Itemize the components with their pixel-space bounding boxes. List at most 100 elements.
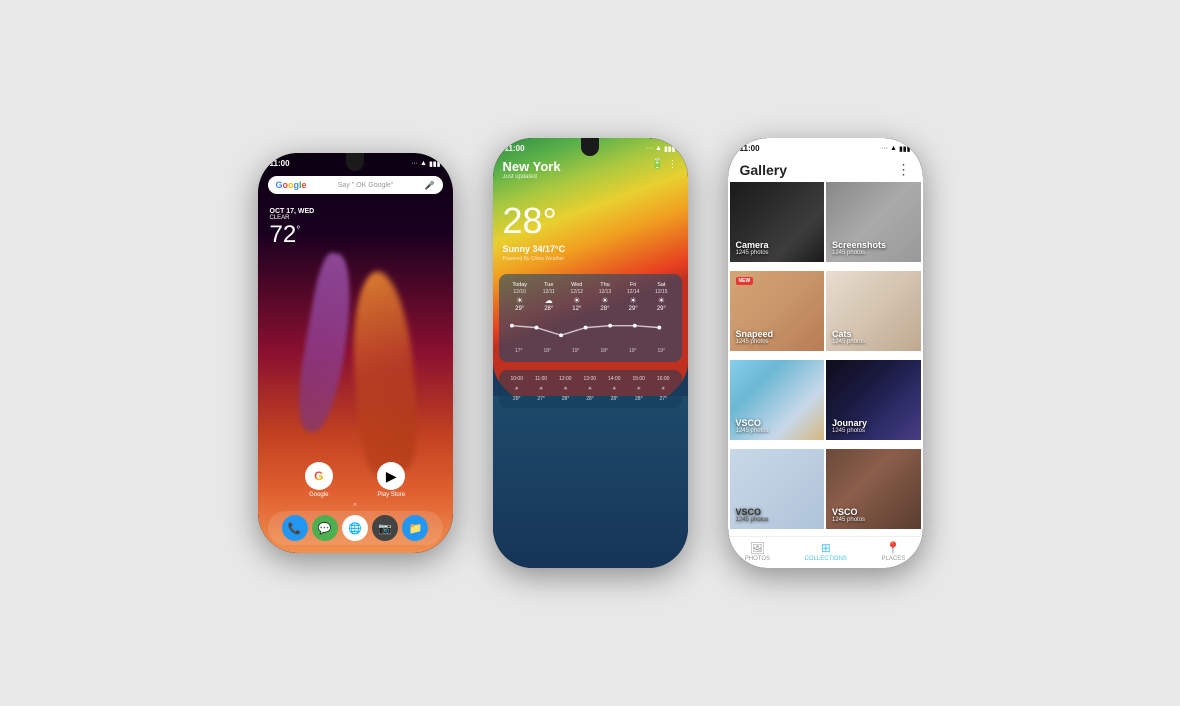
- weather-main-content: New York Just updated 🔋 ⋮ 28° Sunny 34/1…: [493, 155, 688, 266]
- google-app-label: Google: [309, 492, 328, 498]
- vsco3-album-label: VSCO: [832, 507, 865, 517]
- gallery-item-vsco3[interactable]: VSCO 1245 photos: [826, 449, 921, 529]
- city-name: New York: [503, 159, 561, 174]
- gallery-tab-bar: 🖼 PHOTOS ⊞ COLLECTIONS 📍 PLACES: [728, 536, 923, 568]
- vsco2-album-bg: VSCO 1245 photos: [730, 449, 825, 529]
- phone-weather: 11:00 ··· ▲ ▮▮▮ New York Just updated 🔋: [493, 138, 688, 568]
- vsco1-album-bg: VSCO 1245 photos: [730, 360, 825, 440]
- forecast-wed: Wed 12/12 ☀ 12°: [571, 282, 584, 312]
- places-tab-label: PLACES: [882, 556, 906, 562]
- weather-date: OCT 17, WED: [270, 208, 441, 215]
- microphone-icon[interactable]: 🎤: [425, 181, 435, 190]
- forecast-row: Today 12/10 ☀ 29° Tue 12/11 ☁ 28° Wed 12…: [499, 278, 682, 316]
- phone-dock-icon[interactable]: 📞: [282, 515, 308, 541]
- vsco1-album-label: VSCO: [736, 418, 769, 428]
- snapeed-album-label: Snapeed: [736, 329, 774, 339]
- status-time: 11:00: [270, 159, 290, 168]
- messages-dock-icon[interactable]: 💬: [312, 515, 338, 541]
- temp-chart: [499, 316, 682, 344]
- hourly-icons: ☀ ☀ ☀ ☀ ☀ ☀ ☀: [499, 384, 682, 394]
- gallery-grid: Camera 1245 photos Screenshots 1245 phot…: [728, 182, 923, 536]
- vsco2-album-count: 1245 photos: [736, 517, 769, 523]
- jounary-album-bg: Jounary 1245 photos: [826, 360, 921, 440]
- gallery-item-snapeed[interactable]: NEW Snapeed 1245 photos: [730, 271, 825, 351]
- tab-places[interactable]: 📍 PLACES: [882, 541, 906, 562]
- forecast-fri: Fri 12/14 ☀ 29°: [627, 282, 640, 312]
- google-logo: Google: [276, 180, 307, 190]
- collections-tab-label: COLLECTIONS: [805, 556, 847, 562]
- cats-album-label: Cats: [832, 329, 865, 339]
- weather-description: Sunny 34/17°C: [503, 244, 678, 254]
- play-store-label: Play Store: [377, 492, 405, 498]
- status-bar-2: 11:00 ··· ▲ ▮▮▮: [493, 138, 688, 155]
- camera-album-label: Camera: [736, 240, 769, 250]
- gallery-title: Gallery: [740, 162, 787, 178]
- last-updated: Just updated: [503, 174, 561, 180]
- vsco2-album-label: VSCO: [736, 507, 769, 517]
- gallery-header: Gallery ⋮: [728, 155, 923, 182]
- screenshots-album-label: Screenshots: [832, 240, 886, 250]
- snapeed-album-bg: NEW Snapeed 1245 photos: [730, 271, 825, 351]
- current-temperature: 28°: [503, 200, 678, 242]
- status-icons: ··· ▲ ▮▮▮: [411, 160, 441, 168]
- jounary-album-count: 1245 photos: [832, 428, 867, 434]
- play-store-icon[interactable]: ▶: [377, 462, 405, 490]
- cats-album-count: 1245 photos: [832, 339, 865, 345]
- camera-notch-3: [816, 138, 834, 156]
- google-app-icon[interactable]: G: [305, 462, 333, 490]
- cats-album-bg: Cats 1245 photos: [826, 271, 921, 351]
- vsco1-album-count: 1245 photos: [736, 428, 769, 434]
- gallery-item-camera[interactable]: Camera 1245 photos: [730, 182, 825, 262]
- jounary-album-label: Jounary: [832, 418, 867, 428]
- app-grid: G Google ▶ Play Store: [258, 462, 453, 498]
- battery-icon: 🔋: [651, 159, 663, 170]
- gallery-item-jounary[interactable]: Jounary 1245 photos: [826, 360, 921, 440]
- camera-album-count: 1245 photos: [736, 250, 769, 256]
- google-search-hint: Say " OK Google": [311, 182, 421, 189]
- snapeed-album-count: 1245 photos: [736, 339, 774, 345]
- places-tab-icon: 📍: [886, 541, 901, 555]
- status-icons-2: ··· ▲ ▮▮▮: [646, 145, 676, 153]
- low-temps-row: 17° 18° 19° 18° 19° 19°: [499, 344, 682, 358]
- collections-tab-icon: ⊞: [821, 541, 831, 555]
- vsco3-album-bg: VSCO 1245 photos: [826, 449, 921, 529]
- weather-widget: OCT 17, WED CLEAR 72°: [258, 200, 453, 257]
- tab-photos[interactable]: 🖼 PHOTOS: [745, 541, 770, 562]
- weather-bg-bottom: [493, 396, 688, 568]
- home-indicator[interactable]: ^: [353, 502, 357, 511]
- forecast-thu: Thu 12/13 ☀ 28°: [599, 282, 612, 312]
- gallery-item-vsco1[interactable]: VSCO 1245 photos: [730, 360, 825, 440]
- photos-tab-label: PHOTOS: [745, 556, 770, 562]
- phone-home: 11:00 ··· ▲ ▮▮▮ Google Say " OK Google" …: [258, 153, 453, 553]
- tab-collections[interactable]: ⊞ COLLECTIONS: [805, 541, 847, 562]
- gallery-item-cats[interactable]: Cats 1245 photos: [826, 271, 921, 351]
- files-dock-icon[interactable]: 📁: [402, 515, 428, 541]
- hourly-temps: 28° 27° 28° 28° 28° 28° 27°: [499, 394, 682, 404]
- screenshots-album-bg: Screenshots 1245 photos: [826, 182, 921, 262]
- new-badge: NEW: [736, 277, 754, 285]
- powered-by: Powered By China Weather: [503, 256, 678, 262]
- weather-temperature: 72°: [270, 221, 441, 249]
- phone-gallery: 11:00 ··· ▲ ▮▮▮ Gallery ⋮ Camera: [728, 138, 923, 568]
- vsco3-album-count: 1245 photos: [832, 517, 865, 523]
- dock: 📞 💬 🌐 📷 📁: [268, 511, 443, 545]
- camera-dock-icon[interactable]: 📷: [372, 515, 398, 541]
- forecast-today: Today 12/10 ☀ 29°: [512, 282, 527, 312]
- forecast-tue: Tue 12/11 ☁ 28°: [543, 282, 555, 312]
- camera-album-bg: Camera 1245 photos: [730, 182, 825, 262]
- gallery-item-vsco2[interactable]: VSCO 1245 photos: [730, 449, 825, 529]
- google-search-bar[interactable]: Google Say " OK Google" 🎤: [268, 176, 443, 194]
- forecast-sat: Sat 12/15 ☀ 29°: [655, 282, 668, 312]
- photos-tab-icon: 🖼: [750, 541, 765, 555]
- camera-notch: [346, 153, 364, 171]
- gallery-item-screenshots[interactable]: Screenshots 1245 photos: [826, 182, 921, 262]
- more-options-icon[interactable]: ⋮: [897, 161, 911, 178]
- status-time-3: 11:00: [740, 144, 760, 153]
- hourly-section: 10:00 11:00 12:00 13:00 14:00 15:00 16:0…: [499, 370, 682, 408]
- status-icons-3: ··· ▲ ▮▮▮: [881, 145, 911, 153]
- menu-dots-icon[interactable]: ⋮: [668, 159, 678, 170]
- hourly-times: 10:00 11:00 12:00 13:00 14:00 15:00 16:0…: [499, 374, 682, 384]
- google-app[interactable]: G Google: [305, 462, 333, 498]
- chrome-dock-icon[interactable]: 🌐: [342, 515, 368, 541]
- play-store-app[interactable]: ▶ Play Store: [377, 462, 405, 498]
